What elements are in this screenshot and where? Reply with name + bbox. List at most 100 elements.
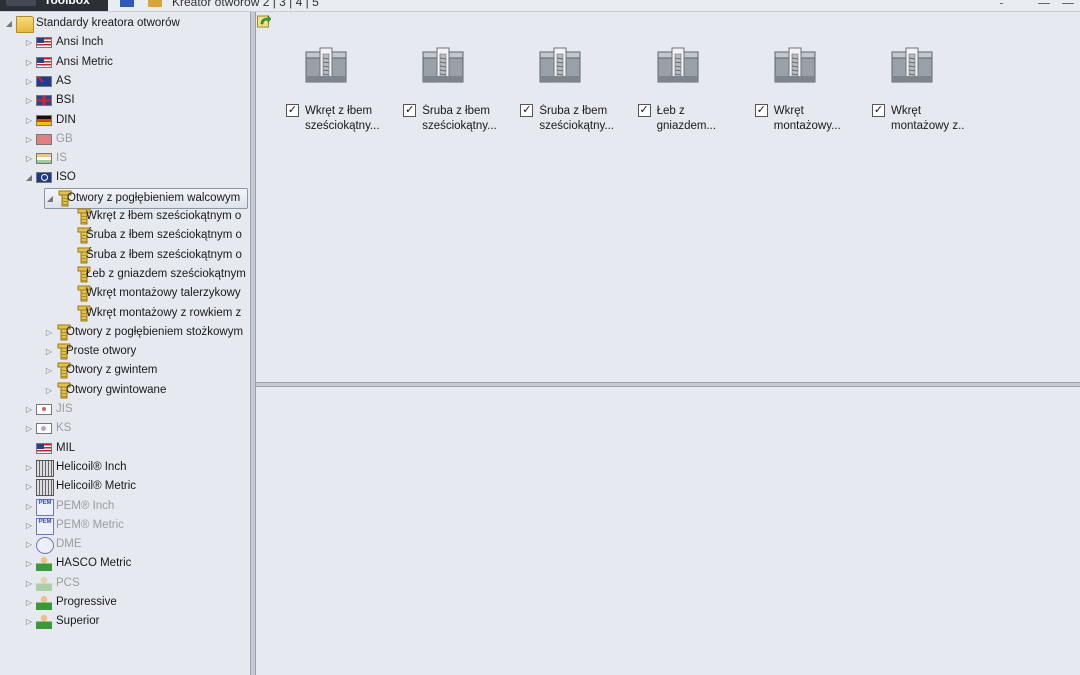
us-flag-icon [36, 56, 52, 68]
tree-node-hole-type[interactable]: ▷ Proste otwory [44, 342, 250, 361]
expand-arrow-icon[interactable]: ▷ [24, 33, 34, 52]
expand-arrow-icon[interactable]: ▷ [24, 612, 34, 631]
expand-arrow-icon[interactable]: ▷ [24, 535, 34, 554]
tree-node-hole-type[interactable]: Śruba z łbem sześciokątnym o [64, 246, 250, 265]
hole-type-tile[interactable]: ✓ Łeb z gniazdem... [637, 46, 748, 146]
expand-arrow-icon[interactable]: ▷ [24, 477, 34, 496]
tile-checkbox[interactable]: ✓ [520, 104, 534, 117]
tile-checkbox[interactable]: ✓ [286, 104, 299, 117]
tree-node-standard[interactable]: ▷ DIN [24, 111, 244, 130]
tile-label-line2: gniazdem... [656, 120, 717, 132]
tile-checkbox[interactable]: ✓ [637, 104, 651, 117]
expand-arrow-icon[interactable]: ▷ [24, 554, 34, 573]
tree-node-standard[interactable]: ▷ AS [24, 72, 244, 91]
tree-node-standard[interactable]: ▷ KS [24, 419, 244, 438]
tree-node-label: MIL [56, 441, 76, 454]
close-icon[interactable] [1062, 0, 1074, 4]
tile-label: Wkręt montażowy... [774, 104, 864, 134]
expand-arrow-icon[interactable]: ▷ [24, 574, 34, 593]
tree-node-standard[interactable]: ▷ PEM PEM® Metric [24, 516, 244, 535]
tree-node-standard[interactable]: ▷ IS [24, 149, 244, 168]
tile-label: Wkręt z łbem sześciokątny... [305, 104, 395, 134]
expand-arrow-icon[interactable]: ▷ [24, 497, 34, 516]
hole-type-preview-icon[interactable] [890, 46, 934, 86]
tree-node-selected-hole-type[interactable]: ◢ Otwory z pogłębieniem walcowym [44, 187, 248, 209]
expand-arrow-icon[interactable]: ◢ [24, 168, 34, 187]
tree-node-standard[interactable]: ▷ DME [24, 535, 244, 555]
breadcrumb[interactable]: Kreator otworów 2 | 3 | 4 | 5 [172, 0, 319, 9]
refresh-icon[interactable] [257, 14, 271, 28]
tree-node-label: Proste otwory [66, 345, 137, 358]
hole-type-preview-icon[interactable] [656, 46, 700, 86]
expand-arrow-icon[interactable]: ▷ [24, 72, 34, 91]
tree-node-label: Wkręt montażowy talerzykowy [86, 287, 241, 300]
tree-node-label: ISO [56, 171, 76, 184]
tree-node-standard[interactable]: ▷ Ansi Metric [24, 53, 244, 72]
tree-node-standard[interactable]: ▷ BSI [24, 91, 244, 110]
standards-tree[interactable]: ◢ Standardy kreatora otworów ▷ Ansi Inch ▷… [0, 12, 250, 675]
expand-arrow-icon[interactable]: ▷ [44, 361, 54, 380]
expand-arrow-icon[interactable] [24, 439, 34, 458]
tree-node-hole-type[interactable]: Wkręt z łbem sześciokątnym o [64, 207, 250, 226]
expand-arrow-icon[interactable]: ▷ [24, 400, 34, 419]
tree-node-hole-type[interactable]: ▷ Otwory gwintowane [44, 381, 250, 400]
tree-node-hole-type[interactable]: Wkręt montażowy z rowkiem z [64, 304, 250, 323]
tree-root[interactable]: ◢ Standardy kreatora otworów [4, 14, 244, 33]
tree-node-standard[interactable]: ▷ Superior [24, 612, 244, 631]
tree-node-standard[interactable]: ▷ Progressive [24, 593, 244, 612]
tree-node-hole-type[interactable]: Śruba z łbem sześciokątnym o [64, 226, 250, 245]
expand-arrow-icon[interactable]: ▷ [24, 149, 34, 168]
tree-node-hole-type[interactable]: ▷ Otwory z pogłębieniem stożkowym [44, 323, 250, 342]
expand-arrow-icon[interactable]: ▷ [44, 381, 54, 400]
save-icon[interactable] [120, 0, 134, 7]
hole-type-tile[interactable]: ✓ Wkręt montażowy z.. [872, 46, 982, 146]
expand-arrow-icon[interactable]: ▷ [24, 516, 34, 535]
tree-node-standard[interactable]: MIL [24, 439, 244, 458]
toolbox-tab[interactable]: Toolbox [0, 0, 108, 11]
hole-type-preview-icon[interactable] [773, 46, 817, 86]
tile-label-line1: Wkręt [773, 105, 804, 117]
tile-label: Wkręt montażowy z.. [891, 104, 981, 134]
tree-node-standard[interactable]: ▷ JIS [24, 400, 244, 419]
hole-type-preview-icon[interactable] [421, 46, 465, 86]
tile-checkbox[interactable]: ✓ [872, 104, 885, 117]
expand-arrow-icon[interactable]: ▷ [24, 130, 34, 149]
tree-node-standard[interactable]: ▷ GB [24, 130, 244, 149]
hole-type-preview-icon[interactable] [538, 46, 582, 86]
expand-arrow-icon[interactable]: ▷ [24, 419, 34, 438]
tree-node-hole-type[interactable]: ▷ Otwory z gwintem [44, 361, 250, 380]
pin-icon[interactable] [1000, 0, 1003, 4]
hole-type-tile[interactable]: ✓ Śruba z łbem sześciokątny... [403, 46, 513, 146]
expand-arrow-icon[interactable]: ▷ [24, 91, 34, 110]
hole-wizard-icon[interactable] [148, 0, 162, 7]
tree-node-standard[interactable]: ▷ HASCO Metric [24, 554, 244, 573]
tree-node-label: Łeb z gniazdem sześciokątnym [86, 267, 246, 280]
hole-type-tile[interactable]: ✓ Wkręt montażowy... [754, 46, 865, 146]
tree-node-standard[interactable]: ▷ PEM PEM® Inch [24, 497, 244, 516]
tree-node-standard[interactable]: ▷ Helicoil® Metric [24, 477, 244, 497]
tree-node-hole-type[interactable]: Wkręt montażowy talerzykowy [64, 284, 250, 303]
minimize-icon[interactable] [1038, 0, 1050, 4]
dme-icon [36, 537, 54, 555]
expand-arrow-icon[interactable]: ▷ [44, 342, 54, 361]
tree-node-hole-type[interactable]: Łeb z gniazdem sześciokątnym [64, 265, 250, 284]
expand-arrow-icon[interactable]: ▷ [24, 593, 34, 612]
tile-checkbox[interactable]: ✓ [754, 104, 768, 117]
tile-checkbox[interactable]: ✓ [403, 104, 417, 117]
expand-arrow-icon[interactable]: ◢ [45, 189, 55, 208]
tree-node-standard[interactable]: ▷ PCS [24, 574, 244, 593]
tree-node-standard[interactable]: ▷ Helicoil® Inch [24, 458, 244, 477]
tree-node-label: Otwory z gwintem [66, 364, 158, 377]
expand-arrow-icon[interactable]: ▷ [24, 111, 34, 130]
expand-arrow-icon[interactable]: ▷ [24, 458, 34, 477]
expand-arrow-icon[interactable]: ▷ [24, 53, 34, 72]
tree-node-label: Helicoil® Inch [56, 460, 127, 473]
hole-type-tile[interactable]: ✓ Śruba z łbem sześciokątny... [520, 46, 630, 146]
tree-node-standard[interactable]: ◢ ISO [24, 168, 244, 187]
hole-type-preview-icon[interactable] [304, 46, 348, 86]
tree-node-standard[interactable]: ▷ Ansi Inch [24, 33, 244, 52]
expand-arrow-icon[interactable]: ▷ [44, 323, 54, 342]
collapse-arrow-icon[interactable]: ◢ [4, 14, 14, 33]
hole-type-tile[interactable]: ✓ Wkręt z łbem sześciokątny... [286, 46, 396, 146]
uk-flag-icon [36, 95, 52, 107]
